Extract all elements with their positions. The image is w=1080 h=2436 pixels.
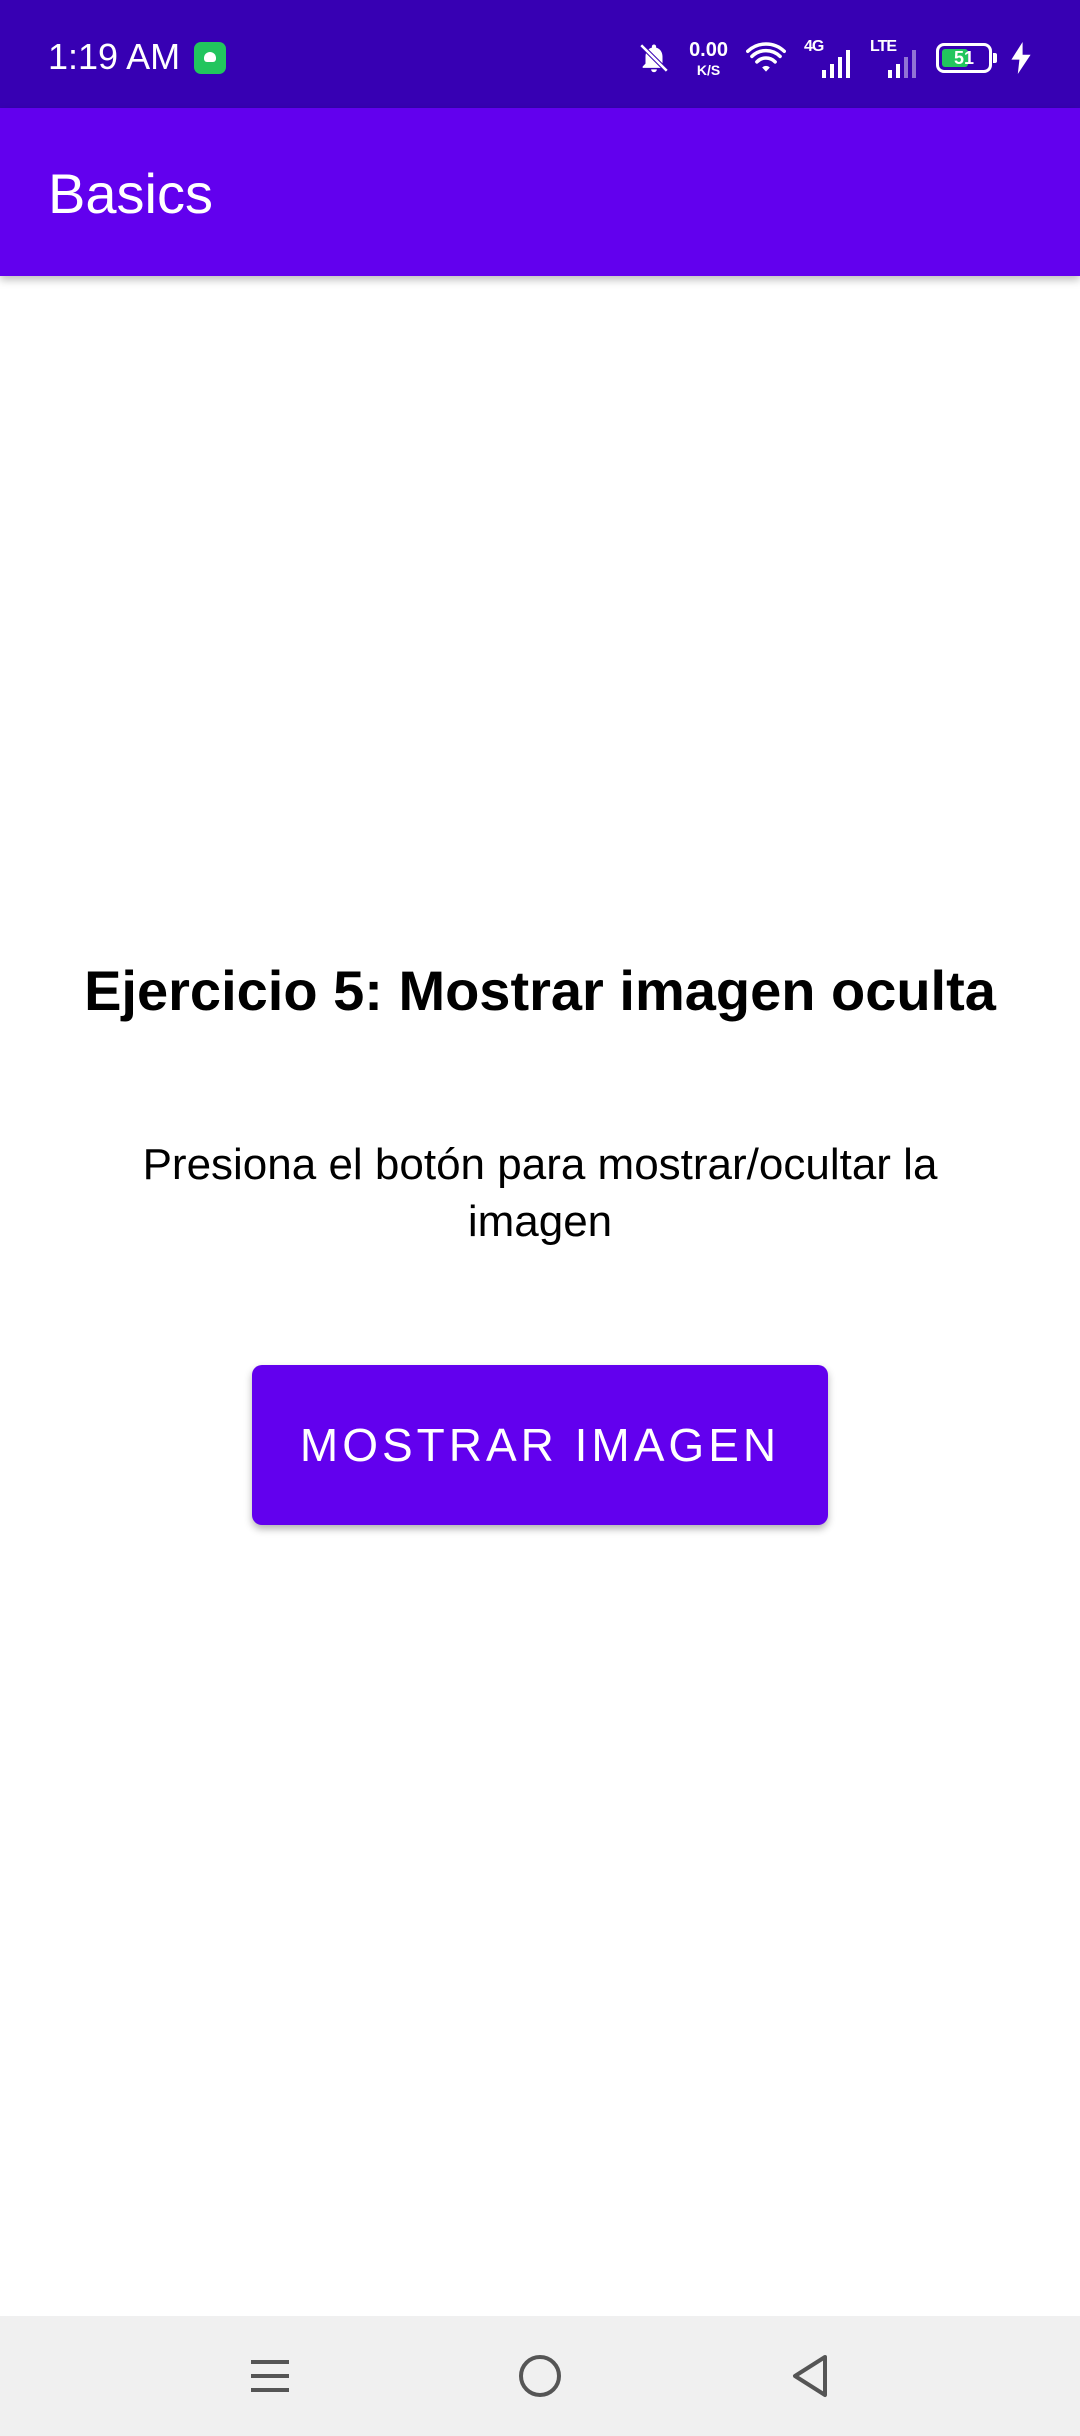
- network-speed-unit: K/S: [696, 61, 721, 78]
- back-button[interactable]: [780, 2346, 840, 2406]
- menu-button[interactable]: [240, 2346, 300, 2406]
- signal-lte: LTE: [870, 38, 918, 78]
- network-speed: 0.00 K/S: [689, 40, 728, 77]
- status-time: 1:19 AM: [48, 36, 181, 77]
- show-image-button[interactable]: MOSTRAR IMAGEN: [252, 1365, 828, 1525]
- battery-icon: 51: [936, 43, 997, 73]
- navigation-bar: [0, 2316, 1080, 2436]
- status-bar: 1:19 AM 0.00 K/S 4G LTE 51: [0, 0, 1080, 108]
- cell-signal-icon: [822, 50, 850, 78]
- signal-4g: 4G: [804, 38, 852, 78]
- exercise-heading: Ejercicio 5: Mostrar imagen oculta: [84, 959, 996, 1022]
- network-speed-value: 0.00: [689, 38, 728, 61]
- back-icon: [793, 2355, 827, 2397]
- home-icon: [519, 2355, 561, 2397]
- app-title: Basics: [48, 162, 213, 225]
- app-bar: Basics: [0, 108, 1080, 276]
- menu-icon: [251, 2360, 289, 2392]
- app-notification-icon: [194, 42, 226, 74]
- screen: 1:19 AM 0.00 K/S 4G LTE 51 Basics Ejerci…: [0, 0, 1080, 2436]
- status-icons: 0.00 K/S 4G LTE 51: [637, 30, 1032, 86]
- instruction-text: Presiona el botón para mostrar/ocultar l…: [142, 1140, 938, 1246]
- charging-bolt-icon: [1011, 42, 1031, 74]
- signal-4g-label: 4G: [804, 38, 824, 55]
- bell-off-icon: [639, 43, 669, 73]
- wifi-icon: [746, 42, 786, 72]
- cell-signal-icon: [888, 50, 916, 78]
- battery-level-text: 51: [953, 48, 975, 68]
- home-button[interactable]: [510, 2346, 570, 2406]
